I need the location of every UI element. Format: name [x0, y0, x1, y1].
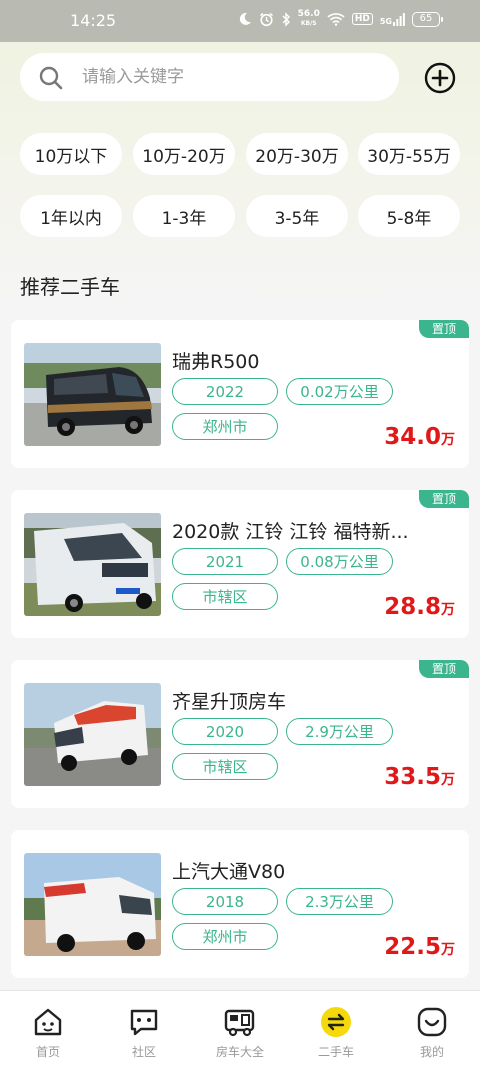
car-price: 33.5万 [384, 764, 455, 790]
status-icons: 56.0 KB/S HD 5G 65 [238, 10, 443, 28]
pinned-badge: 置顶 [419, 660, 469, 678]
section-title: 推荐二手车 [20, 275, 120, 299]
price-value: 34.0 [384, 424, 441, 450]
car-title: 2020款 江铃 江铃 福特新... [172, 521, 409, 543]
wifi-icon [327, 13, 345, 26]
exchange-icon [321, 1007, 351, 1037]
car-photo[interactable] [24, 853, 161, 956]
price-unit: 万 [441, 772, 455, 788]
home-icon [34, 1008, 62, 1036]
filter-chip-age-3[interactable]: 5-8年 [358, 195, 460, 237]
car-card[interactable]: 上汽大通V80 2018 2.3万公里 郑州市 22.5万 [11, 830, 469, 978]
car-card[interactable]: 置顶 瑞弗R500 2022 0.02万公里 郑州市 34.0万 [11, 320, 469, 468]
car-photo[interactable] [24, 683, 161, 786]
battery-indicator: 65 [412, 11, 443, 27]
price-value: 22.5 [384, 934, 441, 960]
year-tag: 2022 [172, 378, 278, 405]
signal-bars-icon [393, 12, 405, 26]
city-tag: 市辖区 [172, 753, 278, 780]
car-price: 28.8万 [384, 594, 455, 620]
car-price: 22.5万 [384, 934, 455, 960]
nav-used-cars[interactable]: 二手车 [288, 991, 384, 1072]
filter-chip-price-0[interactable]: 10万以下 [20, 133, 122, 175]
filter-chip-price-2[interactable]: 20万-30万 [246, 133, 348, 175]
rv-icon [224, 1009, 255, 1037]
filter-chip-age-1[interactable]: 1-3年 [133, 195, 235, 237]
year-tag: 2020 [172, 718, 278, 745]
status-time: 14:25 [70, 11, 117, 30]
mileage-tag: 0.08万公里 [286, 548, 393, 575]
price-value: 28.8 [384, 594, 441, 620]
price-unit: 万 [441, 942, 455, 958]
filter-chip-age-0[interactable]: 1年以内 [20, 195, 122, 237]
search-bar[interactable] [20, 53, 399, 101]
year-tag: 2021 [172, 548, 278, 575]
city-tag: 郑州市 [172, 413, 278, 440]
nav-label: 二手车 [317, 1045, 354, 1059]
car-photo[interactable] [24, 513, 161, 616]
filter-chip-age-2[interactable]: 3-5年 [246, 195, 348, 237]
net-speed-unit: KB/S [300, 20, 317, 27]
bluetooth-icon [282, 11, 290, 27]
pinned-badge: 置顶 [419, 490, 469, 508]
alarm-icon [259, 12, 273, 26]
year-tag: 2018 [172, 888, 278, 915]
pinned-badge: 置顶 [419, 320, 469, 338]
net-speed-value: 56.0 [297, 9, 320, 19]
car-title: 上汽大通V80 [172, 861, 286, 883]
search-input[interactable] [82, 63, 382, 91]
city-tag: 市辖区 [172, 583, 278, 610]
nav-community[interactable]: 社区 [96, 991, 192, 1072]
moon-icon [239, 12, 251, 25]
bottom-nav: 首页 社区 房车大全 二手车 我的 [0, 990, 480, 1072]
chat-icon [130, 1009, 158, 1036]
car-card[interactable]: 置顶 齐星升顶房车 2020 2.9万公里 市辖区 33.5万 [11, 660, 469, 808]
price-value: 33.5 [384, 764, 441, 790]
car-card[interactable]: 置顶 2020款 江铃 江铃 福特新... 2021 0.08万公里 市辖区 2… [11, 490, 469, 638]
filter-chip-price-1[interactable]: 10万-20万 [133, 133, 235, 175]
status-bar: 14:25 56.0 KB/S HD 5G 65 [0, 0, 480, 42]
car-photo[interactable] [24, 343, 161, 446]
nav-label: 社区 [131, 1045, 156, 1059]
nav-home[interactable]: 首页 [0, 991, 96, 1072]
nav-label: 房车大全 [215, 1045, 264, 1059]
price-unit: 万 [441, 602, 455, 618]
mileage-tag: 2.9万公里 [286, 718, 393, 745]
car-price: 34.0万 [384, 424, 455, 450]
nav-label: 首页 [35, 1045, 60, 1059]
nav-profile[interactable]: 我的 [384, 991, 480, 1072]
signal-indicator: 5G [379, 12, 405, 26]
car-title: 瑞弗R500 [172, 351, 260, 373]
search-icon [39, 66, 63, 90]
price-unit: 万 [441, 432, 455, 448]
profile-icon [417, 1007, 447, 1037]
nav-label: 我的 [419, 1045, 444, 1059]
mileage-tag: 0.02万公里 [286, 378, 393, 405]
add-button[interactable] [423, 61, 457, 95]
signal-label: 5G [379, 16, 392, 26]
mileage-tag: 2.3万公里 [286, 888, 393, 915]
car-title: 齐星升顶房车 [172, 691, 287, 713]
net-speed: 56.0 KB/S [298, 10, 320, 28]
hd-indicator: HD [351, 13, 373, 25]
city-tag: 郑州市 [172, 923, 278, 950]
filter-chip-price-3[interactable]: 30万-55万 [358, 133, 460, 175]
nav-rv-catalog[interactable]: 房车大全 [192, 991, 288, 1072]
